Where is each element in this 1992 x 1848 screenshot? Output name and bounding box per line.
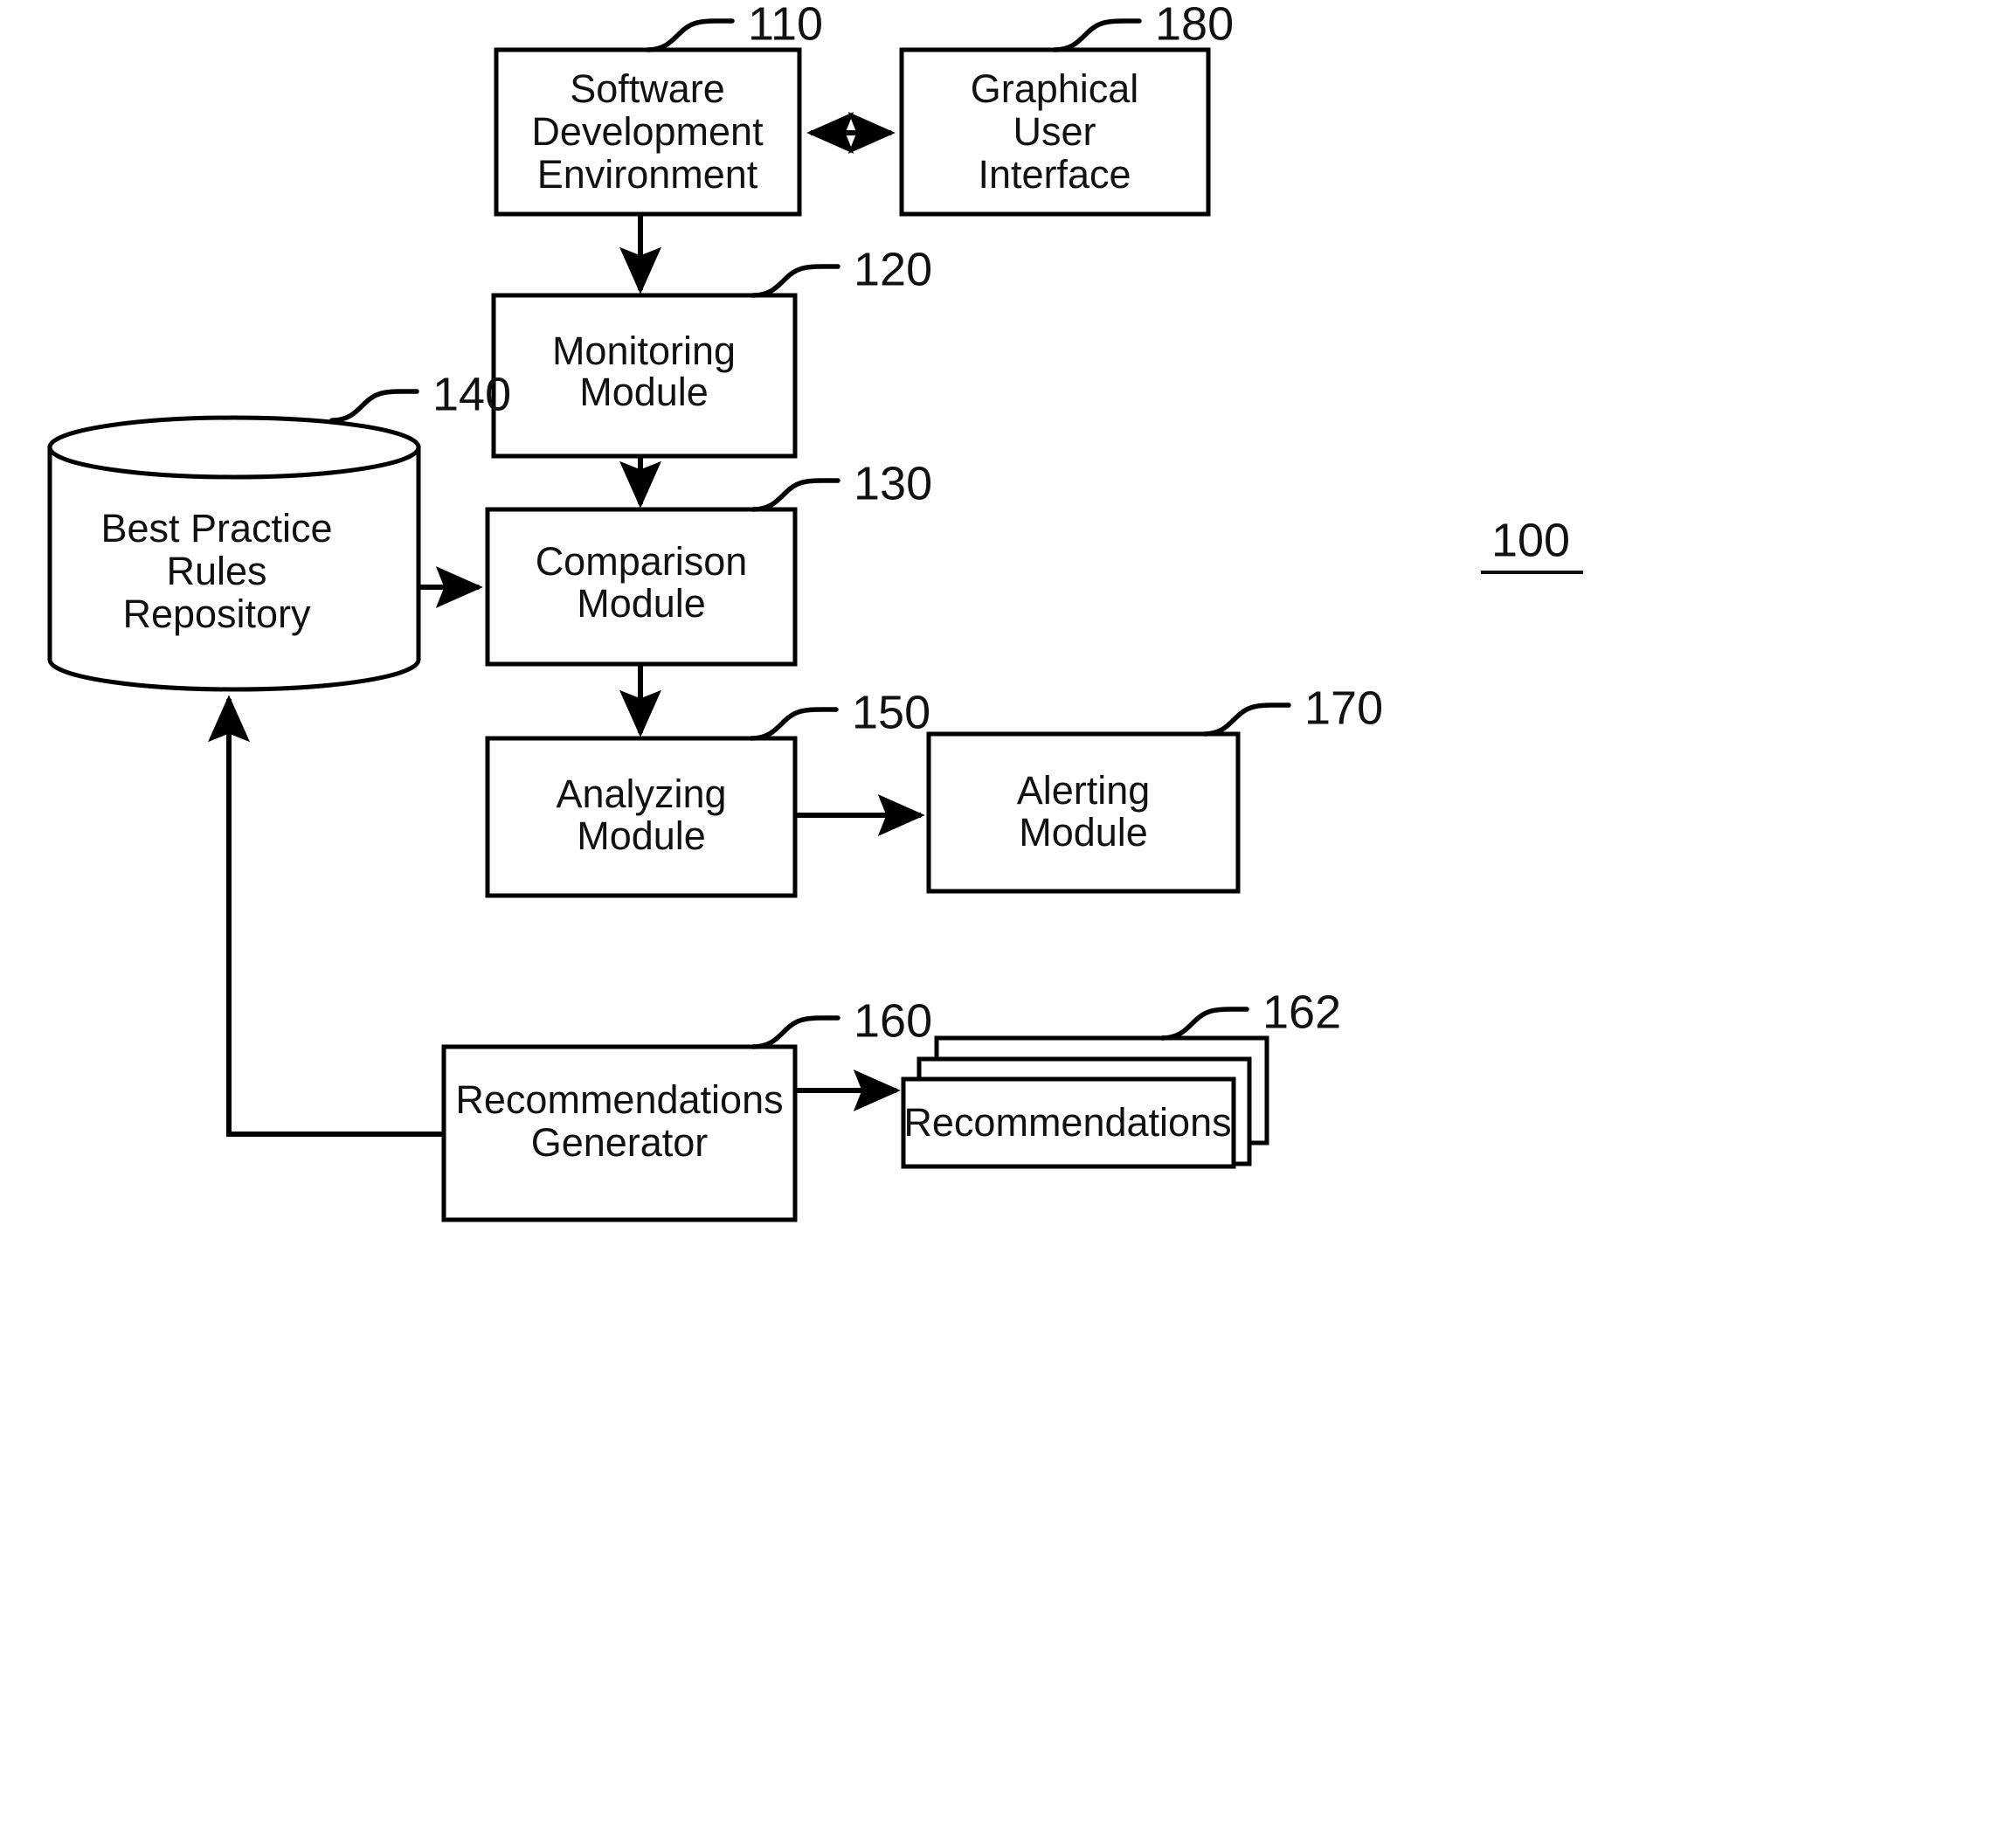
connector-generator-to-repository: [208, 695, 444, 1137]
ref-number-160: 160: [854, 994, 932, 1047]
ref-number-150: 150: [852, 686, 930, 738]
patent-figure-canvas: Software Development Environment 110 Gra…: [0, 0, 1992, 1848]
analyzing-label-line-1: Analyzing: [556, 772, 726, 816]
node-recommendations-generator[interactable]: Recommendations Generator: [441, 1044, 798, 1222]
node-best-practice-rules-repository[interactable]: Best Practice Rules Repository: [47, 415, 421, 692]
leader-line-120: [750, 264, 840, 298]
node-monitoring-module[interactable]: Monitoring Module: [491, 293, 798, 459]
sde-label-line-1: Software: [570, 66, 725, 111]
alerting-label-line-2: Module: [1019, 810, 1148, 855]
gui-label-line-2: User: [1013, 109, 1096, 154]
generator-label-line-1: Recommendations: [455, 1077, 783, 1122]
repository-cylinder-top: [47, 415, 421, 480]
leader-line-162: [1159, 1007, 1249, 1041]
ref-number-180: 180: [1155, 0, 1234, 50]
ref-number-130: 130: [854, 457, 932, 509]
node-comparison-module[interactable]: Comparison Module: [485, 507, 798, 667]
generator-label-line-2: Generator: [531, 1120, 709, 1165]
ref-number-162: 162: [1262, 986, 1341, 1038]
gui-label-line-3: Interface: [978, 152, 1131, 197]
sde-label-line-3: Environment: [537, 152, 758, 197]
leader-line-140: [329, 389, 419, 423]
ref-number-140: 140: [432, 368, 511, 420]
ref-number-120: 120: [854, 243, 932, 295]
system-reference-100: 100: [1481, 514, 1583, 574]
leader-line-130: [750, 478, 840, 512]
alerting-label-line-1: Alerting: [1017, 768, 1151, 813]
gui-label-line-1: Graphical: [971, 66, 1139, 111]
monitoring-label-line-2: Module: [579, 370, 709, 414]
monitoring-label-line-1: Monitoring: [552, 329, 736, 373]
node-graphical-user-interface[interactable]: Graphical User Interface: [899, 47, 1211, 217]
comparison-label-line-1: Comparison: [536, 539, 748, 584]
repository-label-line-3: Repository: [122, 592, 311, 636]
recommendations-label: Recommendations: [903, 1100, 1231, 1145]
node-recommendations-stack[interactable]: Recommendations: [901, 1035, 1269, 1169]
ref-number-170: 170: [1304, 682, 1383, 734]
node-software-development-environment[interactable]: Software Development Environment: [494, 47, 802, 217]
system-architecture-diagram: Software Development Environment 110 Gra…: [47, 0, 1583, 1222]
leader-line-110: [645, 18, 735, 52]
leader-line-170: [1201, 703, 1291, 737]
sde-label-line-2: Development: [531, 109, 764, 154]
repository-label-line-2: Rules: [166, 549, 266, 593]
leader-line-180: [1052, 18, 1142, 52]
repository-label-line-1: Best Practice: [100, 506, 332, 550]
leader-line-150: [749, 707, 839, 741]
analyzing-label-line-2: Module: [577, 813, 706, 858]
leader-line-160: [750, 1015, 840, 1049]
comparison-label-line-2: Module: [577, 581, 706, 626]
node-alerting-module[interactable]: Alerting Module: [926, 731, 1241, 894]
node-analyzing-module[interactable]: Analyzing Module: [485, 736, 798, 898]
ref-number-100: 100: [1491, 514, 1570, 566]
ref-number-110: 110: [748, 0, 823, 50]
